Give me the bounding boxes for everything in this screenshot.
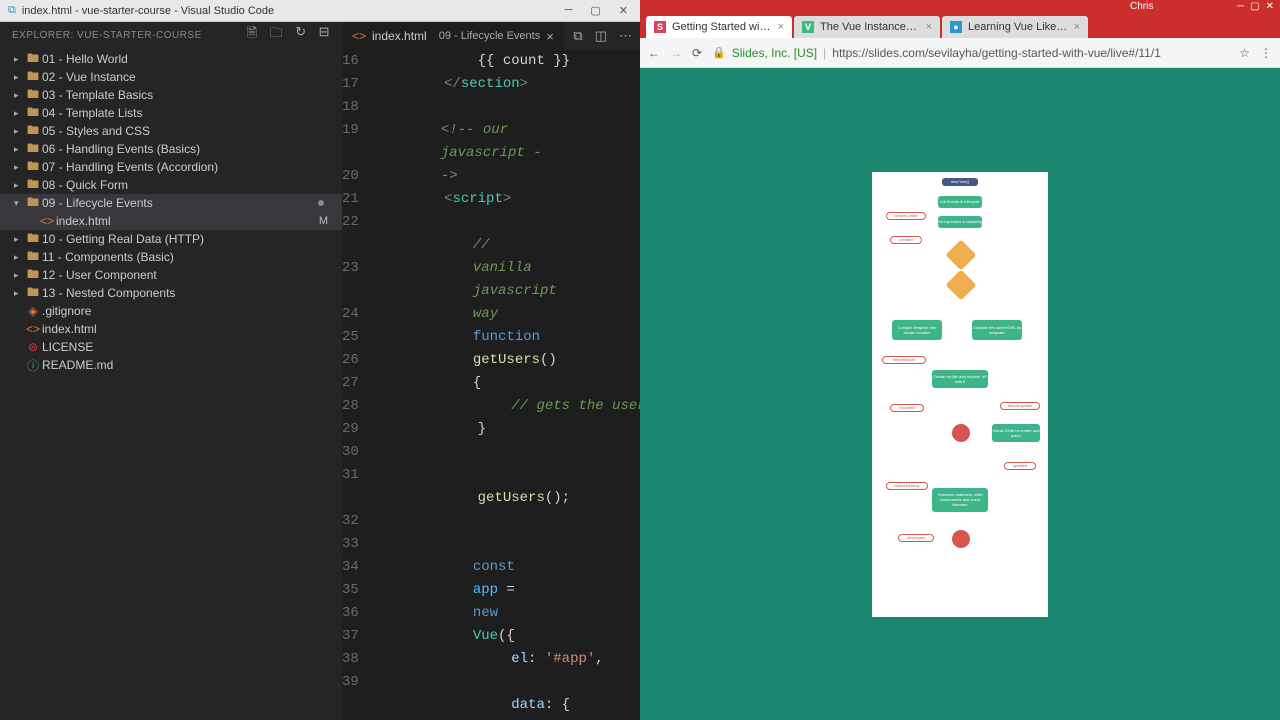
html-file-icon: <> <box>352 29 366 43</box>
file-item[interactable]: <>index.html <box>0 320 342 338</box>
lifecycle-diagram: new Vue() Init Events & Lifecycle beforeCr… <box>872 172 1048 617</box>
file-item[interactable]: ⓘREADME.md <box>0 356 342 374</box>
tab-close-icon[interactable]: × <box>778 21 784 33</box>
folder-item[interactable]: ▸🖿01 - Hello World <box>0 50 342 68</box>
diagram-node <box>945 269 976 300</box>
chrome-user: Chris <box>1130 1 1153 12</box>
diagram-node: destroyed <box>898 534 934 542</box>
explorer-sidebar: EXPLORER: VUE-STARTER-COURSE 🗎 🗀 ↻ ⊟ ▸🖿0… <box>0 22 342 720</box>
diagram-node: beforeUpdate <box>1000 402 1040 410</box>
line-gutter: 16171819 202122 23 2425262728293031 3233… <box>342 50 373 720</box>
chrome-close-icon[interactable]: ✕ <box>1266 1 1274 12</box>
tab-filename: index.html <box>372 29 427 43</box>
folder-item[interactable]: ▸🖿04 - Template Lists <box>0 104 342 122</box>
new-folder-icon[interactable]: 🗀 <box>270 24 284 46</box>
browser-content[interactable]: new Vue() Init Events & Lifecycle beforeCr… <box>640 68 1280 720</box>
more-icon[interactable]: ⋯ <box>619 28 632 44</box>
compare-icon[interactable]: ⧉ <box>573 28 582 44</box>
browser-tabs: SGetting Started with Vu...×VThe Vue Ins… <box>640 12 1280 38</box>
star-icon[interactable]: ☆ <box>1239 46 1250 60</box>
diagram-node: beforeMount <box>882 356 926 364</box>
url-field[interactable]: 🔒 Slides, Inc. [US] | https://slides.com… <box>712 46 1229 60</box>
diagram-node <box>952 424 970 442</box>
diagram-node <box>952 530 970 548</box>
folder-item[interactable]: ▸🖿07 - Handling Events (Accordion) <box>0 158 342 176</box>
vscode-window: ⧉ index.html - vue-starter-course - Visu… <box>0 0 640 720</box>
vscode-icon: ⧉ <box>8 4 16 17</box>
diagram-node: Compile template into render function <box>892 320 942 340</box>
back-icon[interactable]: ← <box>648 46 660 60</box>
titlebar: ⧉ index.html - vue-starter-course - Visu… <box>0 0 640 22</box>
browser-tab[interactable]: ●Learning Vue Like a Bo...× <box>942 16 1088 38</box>
chrome-maximize-icon[interactable]: ▢ <box>1250 1 1259 12</box>
folder-item[interactable]: ▸🖿06 - Handling Events (Basics) <box>0 140 342 158</box>
minimize-icon[interactable]: ─ <box>565 4 573 17</box>
refresh-icon[interactable]: ↻ <box>295 24 306 46</box>
diagram-node: Create vm.$el and replace "el" with it <box>932 370 988 388</box>
tab-bar: <> index.html 09 - Lifecycle Events × ⧉ … <box>342 22 640 50</box>
file-tree[interactable]: ▸🖿01 - Hello World▸🖿02 - Vue Instance▸🖿0… <box>0 48 342 720</box>
folder-item[interactable]: ▸🖿05 - Styles and CSS <box>0 122 342 140</box>
diagram-node: Teardown watchers, child components and … <box>932 488 988 512</box>
diagram-node: beforeDestroy <box>886 482 928 490</box>
close-icon[interactable]: ✕ <box>619 4 628 17</box>
browser-tab[interactable]: VThe Vue Instance — Vu...× <box>794 16 940 38</box>
file-item[interactable]: ⊜LICENSE <box>0 338 342 356</box>
menu-icon[interactable]: ⋮ <box>1260 46 1272 60</box>
tab-close-icon[interactable]: × <box>1074 21 1080 33</box>
code-content[interactable]: {{ count }} </section> <!-- our javascri… <box>373 50 640 720</box>
diagram-node: new Vue() <box>942 178 978 186</box>
address-bar: ← → ⟳ 🔒 Slides, Inc. [US] | https://slid… <box>640 38 1280 68</box>
window-title: index.html - vue-starter-course - Visual… <box>22 5 274 17</box>
editor-area: <> index.html 09 - Lifecycle Events × ⧉ … <box>342 22 640 720</box>
explorer-header: EXPLORER: VUE-STARTER-COURSE 🗎 🗀 ↻ ⊟ <box>0 22 342 48</box>
diagram-node: created <box>890 236 922 244</box>
folder-item[interactable]: ▸🖿11 - Components (Basic) <box>0 248 342 266</box>
diagram-node: Init Events & Lifecycle <box>938 196 982 208</box>
chrome-window: Chris ─ ▢ ✕ SGetting Started with Vu...×… <box>640 0 1280 720</box>
folder-item[interactable]: ▸🖿13 - Nested Components <box>0 284 342 302</box>
diagram-node: updated <box>1004 462 1036 470</box>
maximize-icon[interactable]: ▢ <box>590 4 600 17</box>
diagram-node: beforeCreate <box>886 212 926 220</box>
collapse-icon[interactable]: ⊟ <box>319 24 330 46</box>
chrome-minimize-icon[interactable]: ─ <box>1237 1 1244 12</box>
folder-item[interactable]: ▸🖿10 - Getting Real Data (HTTP) <box>0 230 342 248</box>
lock-icon: 🔒 <box>712 46 726 59</box>
secure-label: Slides, Inc. [US] <box>732 46 817 60</box>
window-controls: ─ ▢ ✕ <box>565 4 640 17</box>
folder-item[interactable]: ▸🖿12 - User Component <box>0 266 342 284</box>
tab-breadcrumb: 09 - Lifecycle Events <box>439 30 541 42</box>
new-file-icon[interactable]: 🗎 <box>247 24 258 46</box>
folder-item[interactable]: ▾🖿09 - Lifecycle Events <box>0 194 342 212</box>
browser-tab[interactable]: SGetting Started with Vu...× <box>646 16 792 38</box>
tab-close-icon[interactable]: × <box>926 21 932 33</box>
split-icon[interactable]: ◫ <box>595 28 607 44</box>
forward-icon[interactable]: → <box>670 46 682 60</box>
url-text: https://slides.com/sevilayha/getting-sta… <box>832 46 1161 60</box>
chrome-titlebar: Chris ─ ▢ ✕ <box>640 0 1280 12</box>
folder-item[interactable]: ▸🖿03 - Template Basics <box>0 86 342 104</box>
reload-icon[interactable]: ⟳ <box>692 46 702 60</box>
tab-close-icon[interactable]: × <box>546 29 554 44</box>
diagram-node: Virtual DOM re-render and patch <box>992 424 1040 442</box>
diagram-node <box>945 239 976 270</box>
diagram-node: Compile el's outerHTML as template <box>972 320 1022 340</box>
folder-item[interactable]: ▸🖿02 - Vue Instance <box>0 68 342 86</box>
folder-item[interactable]: ▸🖿08 - Quick Form <box>0 176 342 194</box>
code-editor[interactable]: 16171819 202122 23 2425262728293031 3233… <box>342 50 640 720</box>
file-item[interactable]: ◈.gitignore <box>0 302 342 320</box>
editor-tab[interactable]: <> index.html 09 - Lifecycle Events × <box>342 22 564 50</box>
diagram-node: Init injections & reactivity <box>938 216 982 228</box>
explorer-title: EXPLORER: VUE-STARTER-COURSE <box>12 30 202 41</box>
file-item[interactable]: <>index.htmlM <box>0 212 342 230</box>
diagram-node: mounted <box>890 404 924 412</box>
